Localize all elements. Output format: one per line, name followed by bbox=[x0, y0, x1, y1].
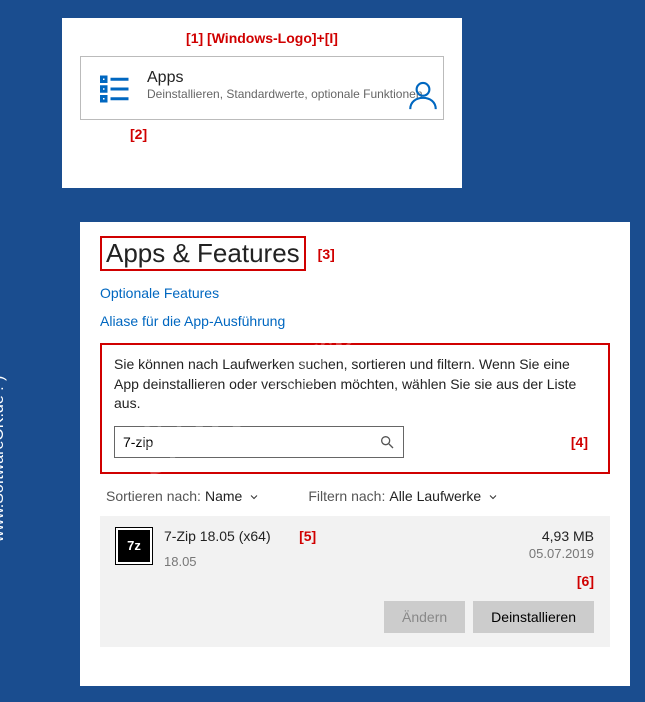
annotation-2: [2] bbox=[130, 126, 444, 142]
chevron-down-icon bbox=[487, 490, 499, 502]
app-version: 18.05 bbox=[164, 554, 529, 569]
app-date: 05.07.2019 bbox=[529, 546, 594, 561]
account-icon[interactable] bbox=[406, 78, 440, 112]
page-heading: Apps & Features bbox=[100, 236, 306, 271]
annotation-1: [1] [Windows-Logo]+[I] bbox=[80, 30, 444, 46]
modify-button[interactable]: Ändern bbox=[384, 601, 465, 633]
app-list-item[interactable]: 7z 7-Zip 18.05 (x64) [5] 18.05 4,93 MB 0… bbox=[100, 516, 610, 647]
tile-subtitle: Deinstallieren, Standardwerte, optionale… bbox=[147, 87, 427, 101]
search-box[interactable] bbox=[114, 426, 404, 458]
filter-dropdown[interactable]: Filtern nach: Alle Laufwerke bbox=[308, 488, 499, 504]
filter-label: Filtern nach: bbox=[308, 488, 385, 504]
app-size: 4,93 MB bbox=[529, 528, 594, 544]
apps-list-icon bbox=[97, 71, 133, 107]
annotation-3: [3] bbox=[318, 246, 335, 262]
settings-tile-panel: [1] [Windows-Logo]+[I] Apps Deinstallier… bbox=[62, 18, 462, 188]
apps-tile[interactable]: Apps Deinstallieren, Standardwerte, opti… bbox=[80, 56, 444, 120]
side-url-text: www.SoftwareOK.de :-) bbox=[0, 376, 8, 542]
app-name: 7-Zip 18.05 (x64) bbox=[164, 528, 271, 544]
sort-value: Name bbox=[205, 488, 242, 504]
sort-dropdown[interactable]: Sortieren nach: Name bbox=[106, 488, 260, 504]
description-text: Sie können nach Laufwerken suchen, sorti… bbox=[114, 355, 596, 414]
app-icon-7z: 7z bbox=[116, 528, 152, 564]
search-icon bbox=[379, 434, 395, 450]
sort-label: Sortieren nach: bbox=[106, 488, 201, 504]
apps-features-panel: Apps & Features [3] Optionale Features A… bbox=[80, 222, 630, 686]
optional-features-link[interactable]: Optionale Features bbox=[100, 285, 610, 301]
annotation-5: [5] bbox=[299, 528, 316, 544]
tile-title: Apps bbox=[147, 69, 427, 87]
app-alias-link[interactable]: Aliase für die App-Ausführung bbox=[100, 313, 610, 329]
search-input[interactable] bbox=[123, 434, 379, 450]
uninstall-button[interactable]: Deinstallieren bbox=[473, 601, 594, 633]
description-block: Sie können nach Laufwerken suchen, sorti… bbox=[100, 343, 610, 474]
filter-value: Alle Laufwerke bbox=[389, 488, 481, 504]
chevron-down-icon bbox=[248, 490, 260, 502]
annotation-6: [6] bbox=[577, 573, 594, 589]
annotation-4: [4] bbox=[571, 434, 588, 450]
